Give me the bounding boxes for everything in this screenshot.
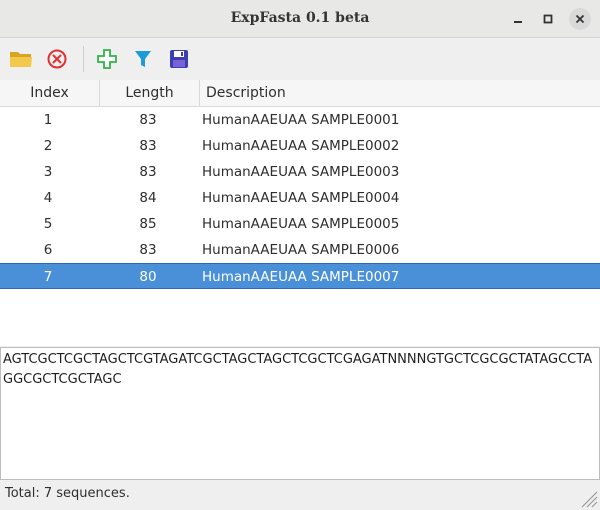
add-button[interactable] <box>93 46 121 72</box>
table-row[interactable]: 1 83 HumanAAEUAA SAMPLE0001 <box>0 107 600 133</box>
resize-grip-icon[interactable] <box>578 488 598 508</box>
table-row[interactable]: 6 83 HumanAAEUAA SAMPLE0006 <box>0 237 600 263</box>
cell-description: HumanAAEUAA SAMPLE0006 <box>202 242 400 258</box>
sequence-table[interactable]: Index Length Description 1 83 HumanAAEUA… <box>0 80 600 346</box>
table-row[interactable]: 3 83 HumanAAEUAA SAMPLE0003 <box>0 159 600 185</box>
cell-description: HumanAAEUAA SAMPLE0002 <box>202 138 400 154</box>
cell-index: 1 <box>43 112 53 128</box>
cell-length: 84 <box>139 190 157 206</box>
table-row[interactable]: 5 85 HumanAAEUAA SAMPLE0005 <box>0 211 600 237</box>
column-header-description[interactable]: Description <box>200 80 600 107</box>
status-text: Total: 7 sequences. <box>5 486 130 501</box>
cell-index: 3 <box>43 164 53 180</box>
cell-index: 2 <box>43 138 53 154</box>
cell-length: 83 <box>139 242 157 258</box>
table-row[interactable]: 2 83 HumanAAEUAA SAMPLE0002 <box>0 133 600 159</box>
cell-description: HumanAAEUAA SAMPLE0001 <box>202 112 400 128</box>
save-floppy-icon <box>170 50 188 68</box>
toolbar-separator <box>83 46 84 72</box>
cell-description: HumanAAEUAA SAMPLE0005 <box>202 216 400 232</box>
column-header-index[interactable]: Index <box>0 80 100 107</box>
open-file-button[interactable] <box>7 46 35 72</box>
cell-index: 5 <box>43 216 53 232</box>
cell-description: HumanAAEUAA SAMPLE0007 <box>202 269 400 285</box>
close-button[interactable] <box>569 8 591 30</box>
plus-icon <box>97 49 117 69</box>
sequence-text: AGTCGCTCGCTAGCTCGTAGATCGCTAGCTAGCTCGCTCG… <box>3 352 593 387</box>
cell-description: HumanAAEUAA SAMPLE0003 <box>202 164 400 180</box>
minimize-button[interactable] <box>507 8 529 30</box>
maximize-button[interactable] <box>537 8 559 30</box>
table-row[interactable]: 4 84 HumanAAEUAA SAMPLE0004 <box>0 185 600 211</box>
table-row-selected[interactable]: 7 80 HumanAAEUAA SAMPLE0007 <box>0 263 600 289</box>
filter-icon <box>135 51 151 67</box>
cell-length: 85 <box>139 216 157 232</box>
close-icon <box>575 14 585 24</box>
cell-index: 4 <box>43 190 53 206</box>
minimize-icon <box>514 21 522 23</box>
cancel-circle-icon <box>47 49 67 69</box>
cell-length: 80 <box>139 269 157 285</box>
table-header: Index Length Description <box>0 80 600 107</box>
cell-length: 83 <box>139 164 157 180</box>
filter-button[interactable] <box>129 46 157 72</box>
cancel-button[interactable] <box>43 46 71 72</box>
folder-open-icon <box>10 52 32 67</box>
sequence-text-area[interactable]: AGTCGCTCGCTAGCTCGTAGATCGCTAGCTAGCTCGCTCG… <box>0 347 600 480</box>
status-bar: Total: 7 sequences. <box>0 480 600 510</box>
maximize-icon <box>543 14 553 24</box>
title-bar: ExpFasta 0.1 beta <box>0 0 600 38</box>
column-header-length[interactable]: Length <box>100 80 200 107</box>
cell-description: HumanAAEUAA SAMPLE0004 <box>202 190 400 206</box>
cell-length: 83 <box>139 112 157 128</box>
save-button[interactable] <box>165 46 193 72</box>
cell-length: 83 <box>139 138 157 154</box>
cell-index: 6 <box>43 242 53 258</box>
cell-index: 7 <box>43 269 53 285</box>
toolbar <box>0 38 600 80</box>
